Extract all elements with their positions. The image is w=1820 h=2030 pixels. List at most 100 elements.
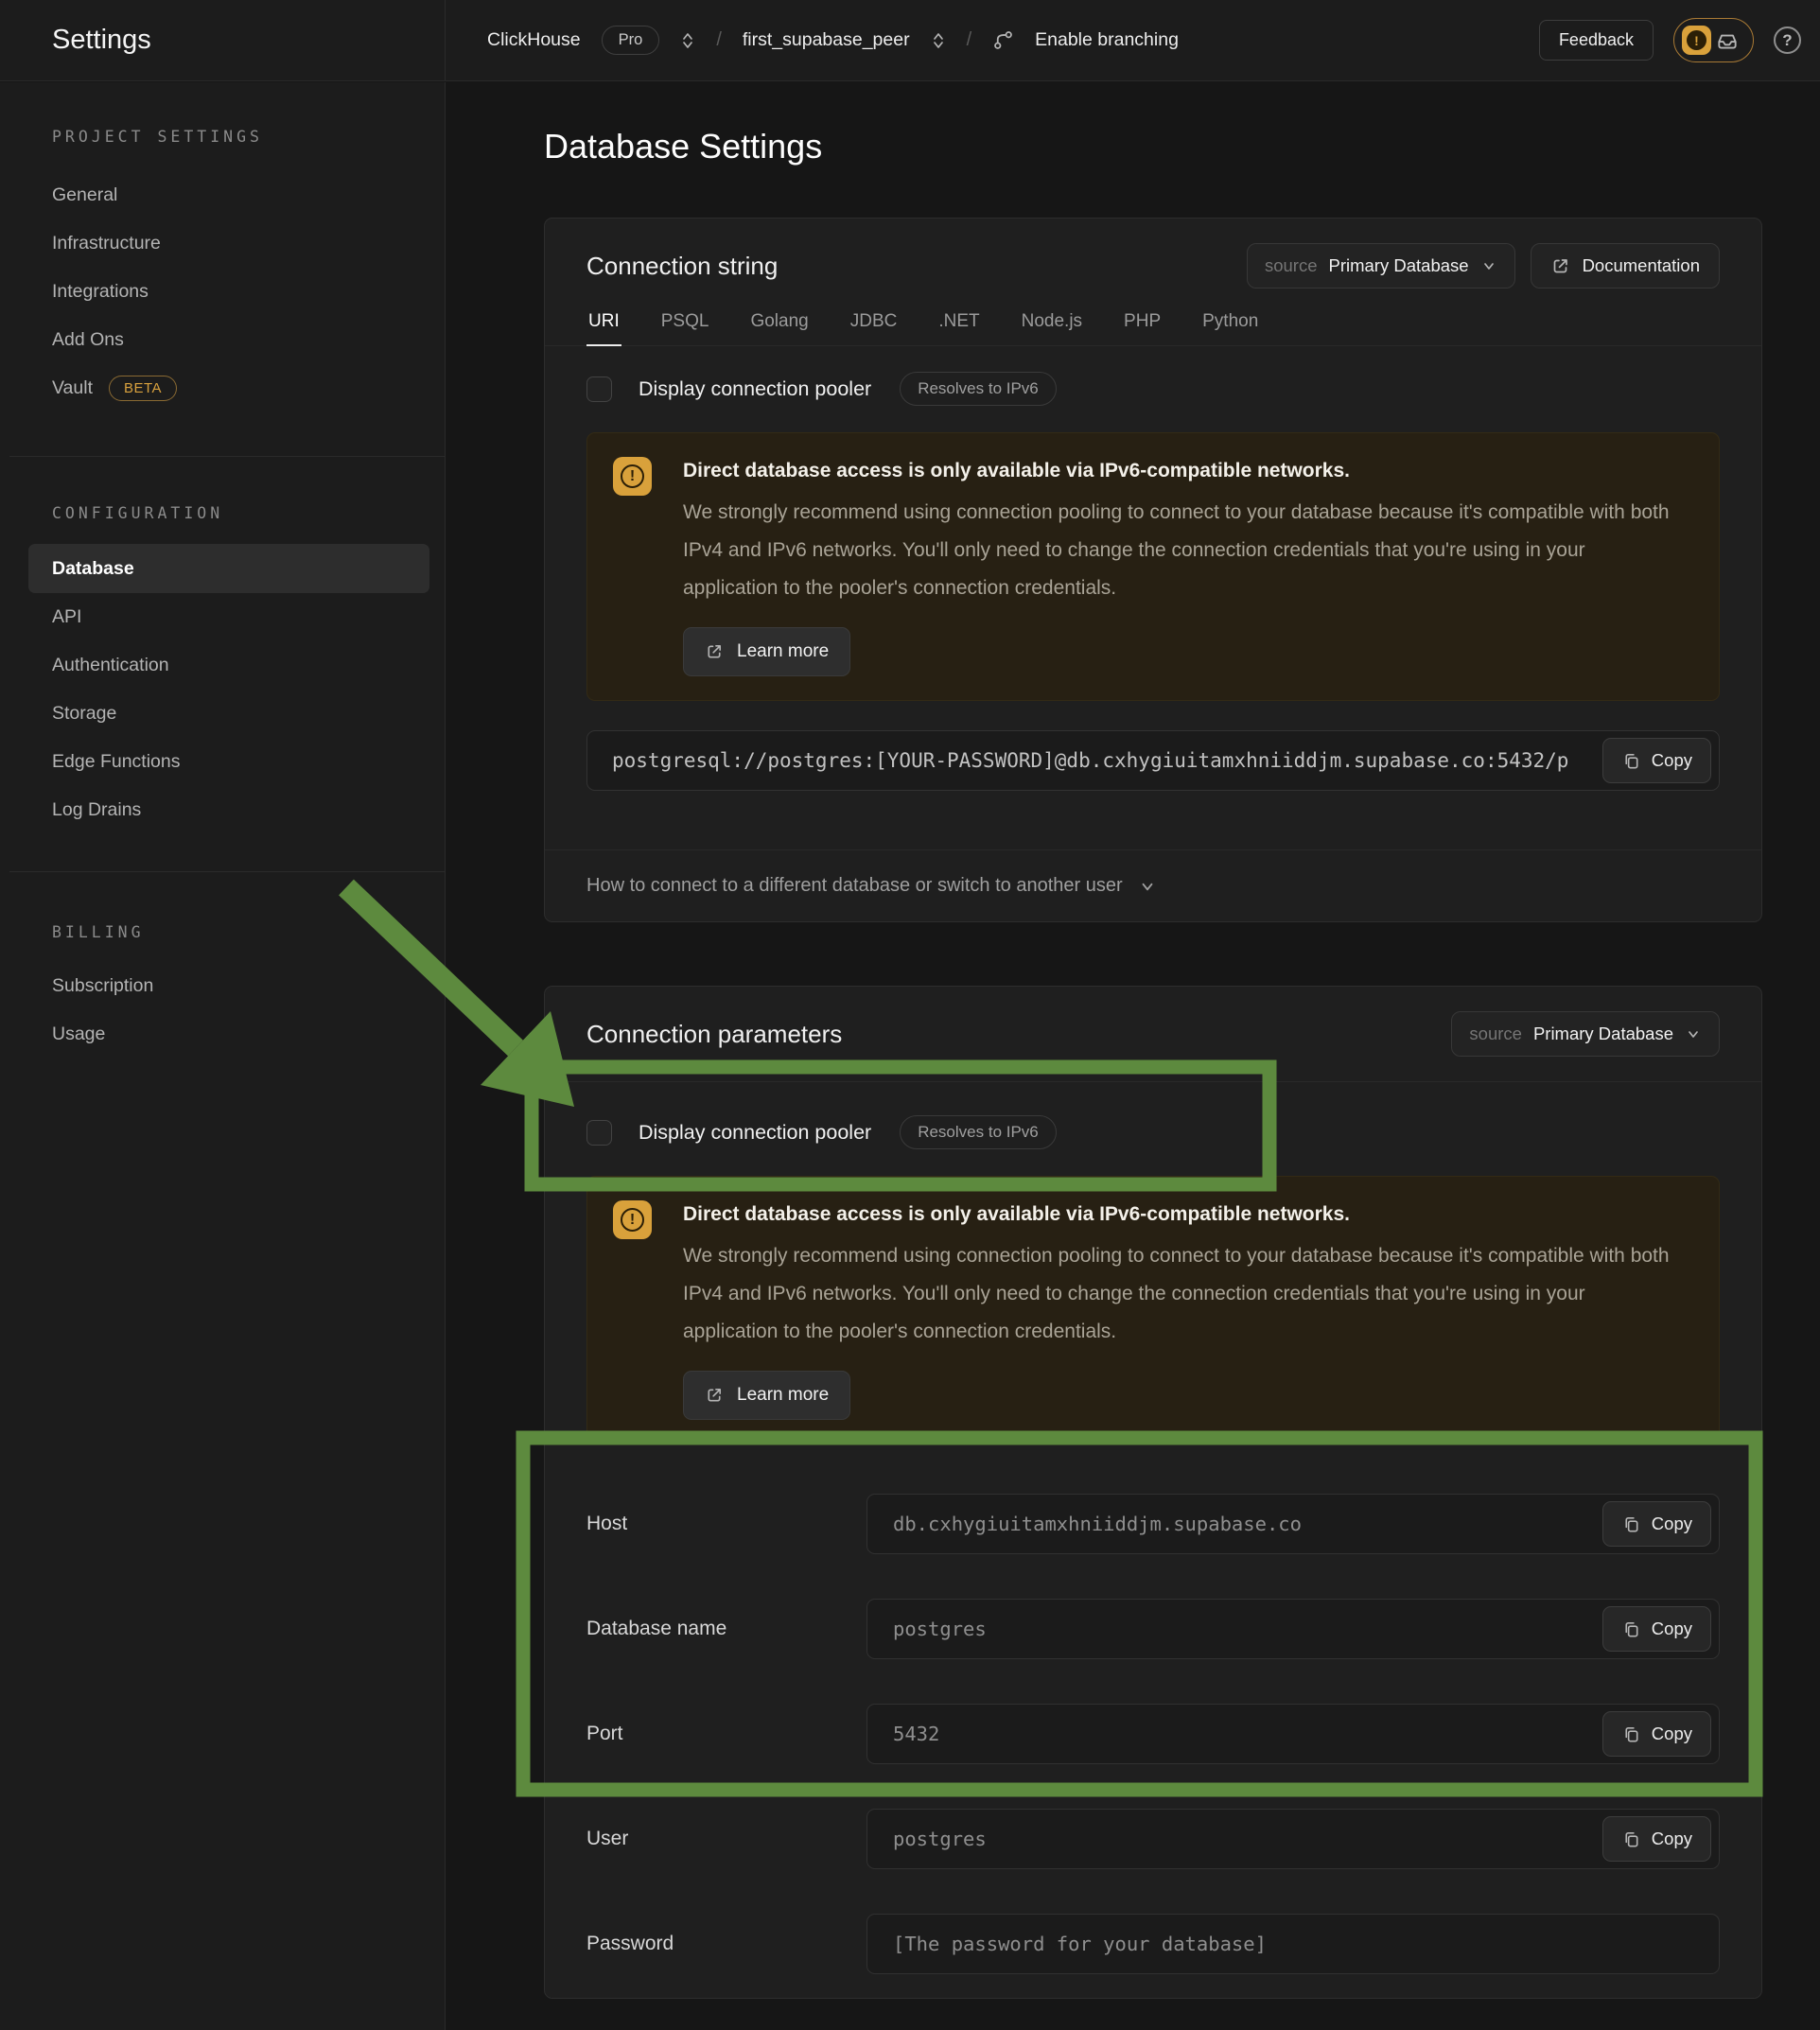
connection-string-field[interactable]: postgresql://postgres:[YOUR-PASSWORD]@db… xyxy=(586,730,1720,791)
port-value: 5432 xyxy=(867,1723,939,1745)
documentation-button[interactable]: Documentation xyxy=(1531,243,1720,289)
param-row-port: Port 5432 Copy xyxy=(586,1704,1720,1764)
port-label: Port xyxy=(586,1723,866,1745)
help-icon[interactable]: ? xyxy=(1774,26,1801,54)
tab-psql[interactable]: PSQL xyxy=(659,302,711,345)
tab-dotnet[interactable]: .NET xyxy=(936,302,981,345)
learn-more-button[interactable]: Learn more xyxy=(683,1371,850,1420)
copy-icon xyxy=(1621,1619,1641,1639)
display-connection-pooler-label: Display connection pooler xyxy=(639,1121,871,1145)
copy-connection-string-button[interactable]: Copy xyxy=(1602,738,1711,783)
password-field[interactable]: [The password for your database] xyxy=(866,1914,1720,1974)
param-row-user: User postgres Copy xyxy=(586,1809,1720,1869)
host-label: Host xyxy=(586,1513,866,1535)
sidebar-divider xyxy=(9,871,445,872)
copy-label: Copy xyxy=(1652,1514,1692,1534)
copy-label: Copy xyxy=(1652,1619,1692,1639)
copy-icon xyxy=(1621,1724,1641,1744)
host-value: db.cxhygiuitamxhniiddjm.supabase.co xyxy=(867,1513,1302,1535)
connection-parameters-card: Connection parameters source Primary Dat… xyxy=(544,986,1762,1999)
settings-sidebar: PROJECT SETTINGS General Infrastructure … xyxy=(0,82,446,2030)
source-label: source xyxy=(1265,255,1318,276)
plan-badge: Pro xyxy=(602,26,660,55)
top-header: Settings ClickHouse Pro / first_supabase… xyxy=(0,0,1820,81)
breadcrumb: ClickHouse Pro / first_supabase_peer / E… xyxy=(446,0,1539,80)
source-value: Primary Database xyxy=(1533,1024,1673,1044)
beta-badge: BETA xyxy=(109,376,177,401)
sidebar-item-vault[interactable]: Vault BETA xyxy=(0,364,445,412)
sidebar-item-usage[interactable]: Usage xyxy=(0,1010,445,1059)
warning-exclamation: ! xyxy=(621,464,644,488)
sidebar-item-subscription[interactable]: Subscription xyxy=(0,962,445,1010)
connection-string-card: Connection string source Primary Databas… xyxy=(544,218,1762,922)
source-select[interactable]: source Primary Database xyxy=(1451,1011,1720,1057)
header-title-area: Settings xyxy=(0,0,446,80)
copy-user-button[interactable]: Copy xyxy=(1602,1816,1711,1862)
warning-body: We strongly recommend using connection p… xyxy=(683,1237,1671,1351)
sidebar-section-configuration: CONFIGURATION xyxy=(52,504,445,523)
sidebar-item-infrastructure[interactable]: Infrastructure xyxy=(0,219,445,268)
chevron-down-icon xyxy=(1480,257,1497,274)
ipv6-warning-panel: ! Direct database access is only availab… xyxy=(586,432,1720,701)
warning-title: Direct database access is only available… xyxy=(683,1203,1671,1226)
breadcrumb-project[interactable]: first_supabase_peer xyxy=(743,29,910,51)
port-field[interactable]: 5432 Copy xyxy=(866,1704,1720,1764)
sidebar-item-storage[interactable]: Storage xyxy=(0,690,445,738)
source-select[interactable]: source Primary Database xyxy=(1247,243,1515,289)
database-name-value: postgres xyxy=(867,1618,987,1640)
copy-label: Copy xyxy=(1652,1724,1692,1744)
sidebar-item-database[interactable]: Database xyxy=(28,544,429,593)
connection-string-value: postgresql://postgres:[YOUR-PASSWORD]@db… xyxy=(587,749,1706,772)
alert-badge-icon: ! xyxy=(1682,26,1711,55)
page-title: Settings xyxy=(52,25,151,56)
org-switcher-icon[interactable] xyxy=(680,30,695,51)
sidebar-item-api[interactable]: API xyxy=(0,593,445,641)
learn-more-button[interactable]: Learn more xyxy=(683,627,850,676)
user-value: postgres xyxy=(867,1828,987,1850)
copy-port-button[interactable]: Copy xyxy=(1602,1711,1711,1757)
ipv6-warning-panel: ! Direct database access is only availab… xyxy=(586,1176,1720,1444)
connection-help-row[interactable]: How to connect to a different database o… xyxy=(545,849,1761,921)
sidebar-section-project-settings: PROJECT SETTINGS xyxy=(52,128,445,147)
chevron-down-icon xyxy=(1138,877,1157,896)
sidebar-item-log-drains[interactable]: Log Drains xyxy=(0,786,445,834)
notifications-button[interactable]: ! xyxy=(1673,18,1754,62)
database-name-label: Database name xyxy=(586,1618,866,1640)
tab-php[interactable]: PHP xyxy=(1122,302,1163,345)
tab-uri[interactable]: URI xyxy=(586,302,621,346)
tab-python[interactable]: Python xyxy=(1200,302,1260,345)
tab-golang[interactable]: Golang xyxy=(748,302,810,345)
sidebar-item-add-ons[interactable]: Add Ons xyxy=(0,316,445,364)
warning-title: Direct database access is only available… xyxy=(683,460,1671,482)
tab-jdbc[interactable]: JDBC xyxy=(849,302,900,345)
sidebar-item-integrations[interactable]: Integrations xyxy=(0,268,445,316)
password-placeholder: [The password for your database] xyxy=(867,1933,1267,1955)
sidebar-item-authentication[interactable]: Authentication xyxy=(0,641,445,690)
copy-icon xyxy=(1621,1829,1641,1849)
sidebar-item-edge-functions[interactable]: Edge Functions xyxy=(0,738,445,786)
external-link-icon xyxy=(705,1386,724,1405)
project-switcher-icon[interactable] xyxy=(931,30,946,51)
tab-nodejs[interactable]: Node.js xyxy=(1020,302,1084,345)
copy-host-button[interactable]: Copy xyxy=(1602,1501,1711,1547)
database-name-field[interactable]: postgres Copy xyxy=(866,1599,1720,1659)
chevron-down-icon xyxy=(1685,1025,1702,1042)
user-field[interactable]: postgres Copy xyxy=(866,1809,1720,1869)
sidebar-divider xyxy=(9,456,445,457)
warning-body: We strongly recommend using connection p… xyxy=(683,494,1671,607)
copy-database-name-button[interactable]: Copy xyxy=(1602,1606,1711,1652)
breadcrumb-org[interactable]: ClickHouse xyxy=(487,29,581,51)
host-field[interactable]: db.cxhygiuitamxhniiddjm.supabase.co Copy xyxy=(866,1494,1720,1554)
connection-string-title: Connection string xyxy=(586,252,778,281)
enable-branching-button[interactable]: Enable branching xyxy=(1035,29,1179,51)
external-link-icon xyxy=(705,642,724,661)
user-label: User xyxy=(586,1828,866,1850)
alert-exclamation: ! xyxy=(1687,30,1706,50)
external-link-icon xyxy=(1550,256,1570,276)
feedback-button[interactable]: Feedback xyxy=(1539,20,1654,61)
display-connection-pooler-checkbox[interactable] xyxy=(586,376,612,402)
connection-help-link[interactable]: How to connect to a different database o… xyxy=(586,875,1123,897)
sidebar-item-general[interactable]: General xyxy=(0,171,445,219)
display-connection-pooler-checkbox[interactable] xyxy=(586,1120,612,1146)
header-actions: Feedback ! ? xyxy=(1539,0,1820,80)
